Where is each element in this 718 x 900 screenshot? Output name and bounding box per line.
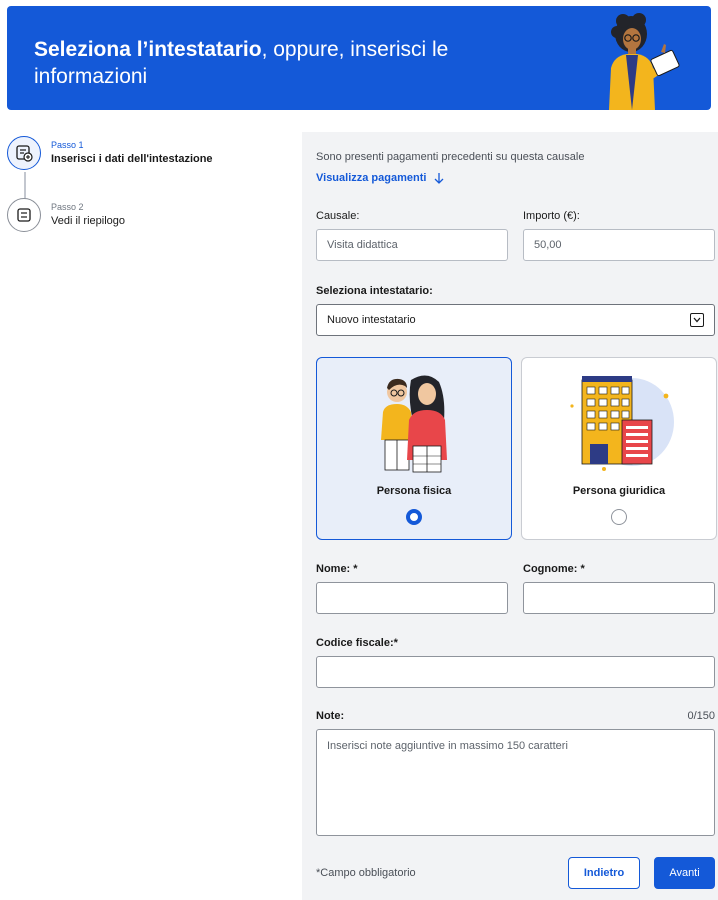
step-2-kicker: Passo 2 [51, 202, 84, 212]
persona-giuridica-radio[interactable] [611, 509, 627, 525]
persona-giuridica-label: Persona giuridica [572, 485, 666, 497]
cognome-field[interactable] [523, 582, 715, 614]
persona-fisica-label: Persona fisica [376, 485, 452, 497]
arrow-down-icon [434, 173, 444, 184]
checklist-icon [7, 198, 41, 232]
office-building-illustration [570, 376, 674, 471]
holder-select-value: Nuovo intestatario [327, 314, 416, 326]
two-people-illustration [381, 375, 447, 473]
persona-giuridica-card[interactable]: Persona giuridica [521, 357, 717, 540]
note-counter: 0/150 [687, 710, 715, 722]
view-payments-link[interactable]: Visualizza pagamenti [316, 172, 444, 184]
cognome-label: Cognome: * [523, 563, 585, 575]
header-banner: Seleziona l’intestatario, oppure, inseri… [7, 6, 711, 110]
page-title-bold: Seleziona l’intestatario [34, 38, 262, 61]
page-title: Seleziona l’intestatario, oppure, inseri… [34, 36, 554, 90]
holder-select[interactable]: Nuovo intestatario [316, 304, 715, 336]
persona-fisica-card[interactable]: Persona fisica [316, 357, 512, 540]
nome-label: Nome: * [316, 563, 358, 575]
importo-field[interactable]: 50,00 [523, 229, 715, 261]
step-1-label: Inserisci i dati dell'intestazione [51, 153, 213, 165]
view-payments-label: Visualizza pagamenti [316, 172, 427, 184]
chevron-down-icon [690, 313, 704, 327]
nome-field[interactable] [316, 582, 508, 614]
note-label: Note: [316, 710, 345, 722]
codice-fiscale-field[interactable] [316, 656, 715, 688]
checklist-add-icon [7, 136, 41, 170]
next-button[interactable]: Avanti [654, 857, 715, 889]
step-1[interactable]: Passo 1 Inserisci i dati dell'intestazio… [7, 136, 237, 202]
required-field-note: *Campo obbligatorio [316, 867, 416, 879]
form-panel: Sono presenti pagamenti precedenti su qu… [302, 132, 718, 900]
back-button[interactable]: Indietro [568, 857, 640, 889]
holder-select-label: Seleziona intestatario: [316, 285, 433, 297]
step-2[interactable]: Passo 2 Vedi il riepilogo [7, 198, 237, 238]
info-text: Sono presenti pagamenti precedenti su qu… [316, 151, 585, 163]
persona-fisica-radio[interactable] [406, 509, 422, 525]
step-2-label: Vedi il riepilogo [51, 215, 125, 227]
woman-with-tablet-illustration [609, 13, 680, 110]
step-1-kicker: Passo 1 [51, 140, 84, 150]
importo-label: Importo (€): [523, 210, 580, 222]
note-textarea[interactable]: Inserisci note aggiuntive in massimo 150… [316, 729, 715, 836]
codice-fiscale-label: Codice fiscale:* [316, 637, 398, 649]
causale-field[interactable]: Visita didattica [316, 229, 508, 261]
causale-label: Causale: [316, 210, 360, 222]
